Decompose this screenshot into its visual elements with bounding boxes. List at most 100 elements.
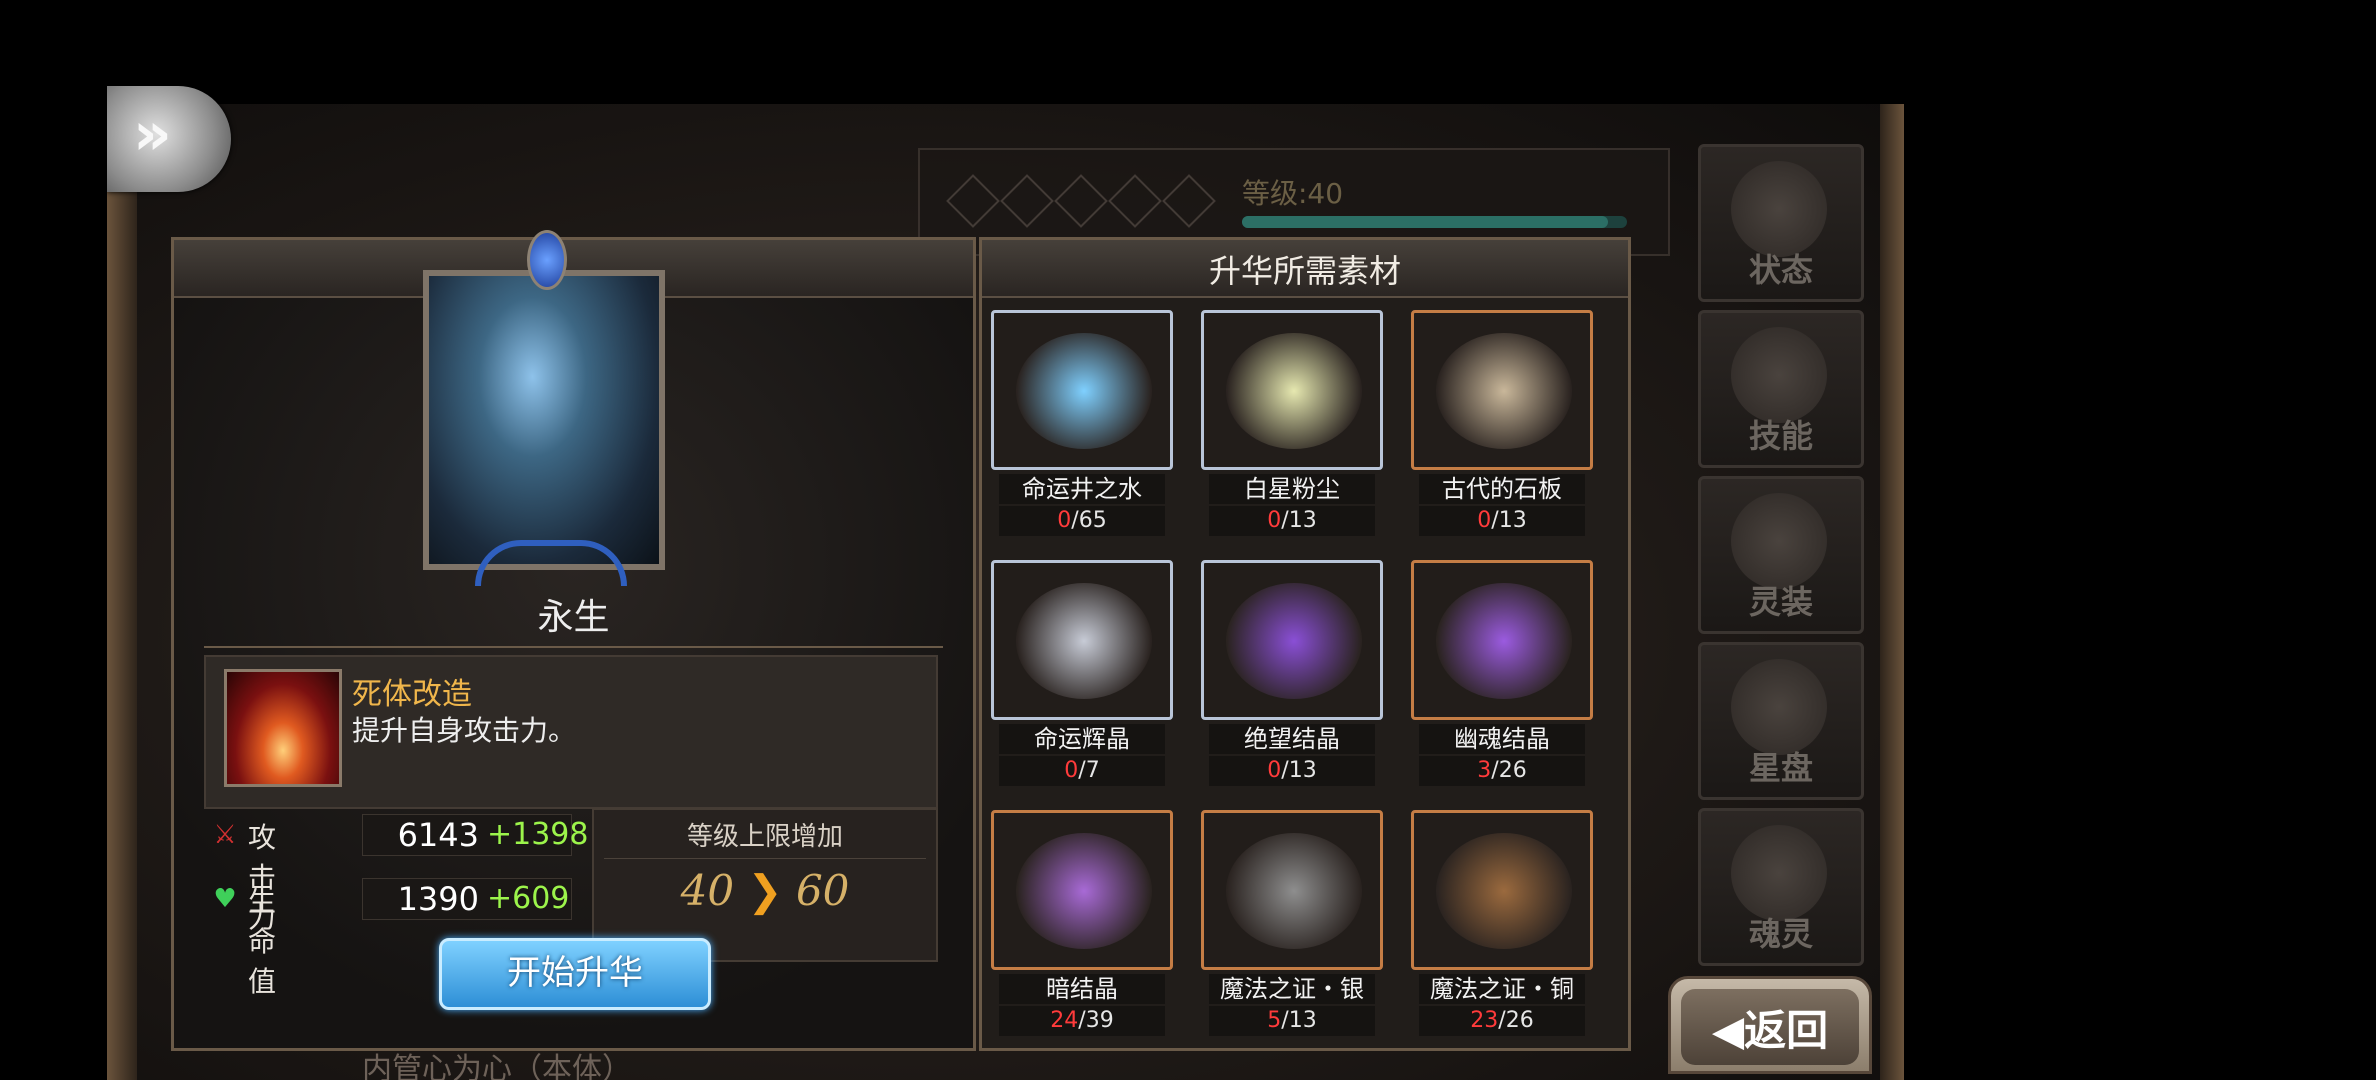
material-icon — [1436, 583, 1572, 699]
arrow-right-icon: ❯ — [747, 866, 796, 915]
side-tab-1[interactable]: 技能 — [1698, 310, 1864, 468]
material-have: 0 — [1267, 508, 1282, 533]
level-progress-fill — [1242, 216, 1608, 228]
star-slot-icon — [946, 174, 1000, 228]
material-have: 23 — [1470, 1008, 1499, 1033]
back-button-inner: ◀返回 — [1681, 989, 1859, 1065]
side-tab-4[interactable]: 魂灵 — [1698, 808, 1864, 966]
material-need: /13 — [1281, 508, 1317, 533]
material-icon — [1226, 583, 1362, 699]
stat-base: 1390 — [397, 880, 479, 918]
material-count: 23/26 — [1419, 1006, 1585, 1036]
start-ascension-button[interactable]: 开始升华 — [439, 938, 711, 1010]
menu-toggle-button[interactable]: » — [107, 86, 231, 192]
level-limit-to: 60 — [795, 866, 850, 915]
level-progress-bar — [1242, 216, 1627, 228]
material-count: 0/13 — [1419, 506, 1585, 536]
sword-icon — [1731, 327, 1827, 423]
stat-label: 生命值 — [248, 885, 277, 998]
side-tab-label: 星盘 — [1748, 749, 1813, 787]
side-tab-label: 魂灵 — [1748, 915, 1813, 953]
material-need: /65 — [1071, 508, 1107, 533]
material-frame — [1201, 310, 1383, 470]
material-have: 3 — [1477, 758, 1492, 783]
material-name: 绝望结晶 — [1209, 724, 1375, 754]
divider — [204, 646, 943, 648]
material-icon — [1436, 833, 1572, 949]
material-frame — [991, 560, 1173, 720]
stat-bonus: +1398 — [487, 817, 589, 852]
material-icon — [1016, 333, 1152, 449]
materials-header: 升华所需素材 — [982, 240, 1628, 298]
level-limit-title: 等级上限增加 — [686, 822, 843, 852]
material-frame — [1201, 560, 1383, 720]
material-icon — [1226, 833, 1362, 949]
material-frame — [1411, 310, 1593, 470]
back-button-label: ◀返回 — [1711, 1006, 1829, 1055]
material-count: 24/39 — [999, 1006, 1165, 1036]
divider — [604, 858, 926, 859]
material-count: 0/13 — [1209, 756, 1375, 786]
material-icon — [1226, 333, 1362, 449]
material-have: 24 — [1050, 1008, 1079, 1033]
material-need: /7 — [1078, 758, 1100, 783]
right-frame-rail — [1880, 104, 1904, 1080]
material-frame — [1411, 560, 1593, 720]
book-icon — [1731, 825, 1827, 921]
material-name: 古代的石板 — [1419, 474, 1585, 504]
flower-icon — [1731, 161, 1827, 257]
skill-icon — [224, 669, 342, 787]
material-frame — [991, 810, 1173, 970]
material-name: 命运辉晶 — [999, 724, 1165, 754]
skill-box: 死体改造 提升自身攻击力。 — [204, 655, 938, 809]
material-name: 命运井之水 — [999, 474, 1165, 504]
material-name: 魔法之证・铜 — [1419, 974, 1585, 1004]
left-frame-rail — [107, 104, 137, 1080]
material-count: 3/26 — [1419, 756, 1585, 786]
back-button[interactable]: ◀返回 — [1668, 976, 1872, 1074]
card-frame — [405, 230, 683, 586]
stat-base: 6143 — [397, 816, 479, 854]
material-icon — [1016, 833, 1152, 949]
star-slot-icon — [1054, 174, 1108, 228]
material-frame — [1411, 810, 1593, 970]
material-need: /39 — [1078, 1008, 1114, 1033]
star-slot-icon — [1162, 174, 1216, 228]
crossed-swords-icon: ⚔ — [213, 820, 237, 850]
material-name: 暗结晶 — [999, 974, 1165, 1004]
card-arc-ornament — [475, 540, 627, 586]
material-name: 魔法之证・银 — [1209, 974, 1375, 1004]
material-count: 5/13 — [1209, 1006, 1375, 1036]
side-tab-2[interactable]: 灵装 — [1698, 476, 1864, 634]
skill-name: 死体改造 — [352, 677, 472, 712]
materials-title: 升华所需素材 — [1208, 252, 1401, 290]
stat-bonus: +609 — [487, 881, 570, 916]
ascension-card-panel: 永生 死体改造 提升自身攻击力。 ⚔ 攻击力 6143 +1398 ♥ 生命值 … — [171, 230, 976, 1051]
arrow-left-icon: ◀ — [1711, 1006, 1745, 1055]
level-limit-values: 40 ❯ 60 — [594, 866, 936, 915]
material-frame — [1201, 810, 1383, 970]
side-tab-label: 技能 — [1748, 417, 1813, 455]
orb-icon — [1731, 659, 1827, 755]
side-tab-0[interactable]: 状态 — [1698, 144, 1864, 302]
materials-panel: 升华所需素材 命运井之水 0/65 白星粉尘 0/13 古代的石板 0/13 命运辉晶 0/7… — [979, 237, 1631, 1051]
level-limit-from: 40 — [680, 866, 735, 915]
material-name: 幽魂结晶 — [1419, 724, 1585, 754]
helmet-icon — [1731, 493, 1827, 589]
side-tab-3[interactable]: 星盘 — [1698, 642, 1864, 800]
material-count: 0/65 — [999, 506, 1165, 536]
heart-icon: ♥ — [213, 884, 237, 914]
chevron-right-icon: » — [133, 99, 172, 169]
material-have: 5 — [1267, 1008, 1282, 1033]
material-have: 0 — [1057, 508, 1072, 533]
level-text: 等级:40 — [1242, 177, 1344, 210]
material-have: 0 — [1064, 758, 1079, 783]
side-tab-label: 状态 — [1748, 251, 1813, 289]
material-have: 0 — [1267, 758, 1282, 783]
material-name: 白星粉尘 — [1209, 474, 1375, 504]
material-need: /13 — [1281, 1008, 1317, 1033]
skill-description: 提升自身攻击力。 — [352, 714, 577, 747]
material-have: 0 — [1477, 508, 1492, 533]
material-count: 0/13 — [1209, 506, 1375, 536]
material-need: /13 — [1491, 508, 1527, 533]
